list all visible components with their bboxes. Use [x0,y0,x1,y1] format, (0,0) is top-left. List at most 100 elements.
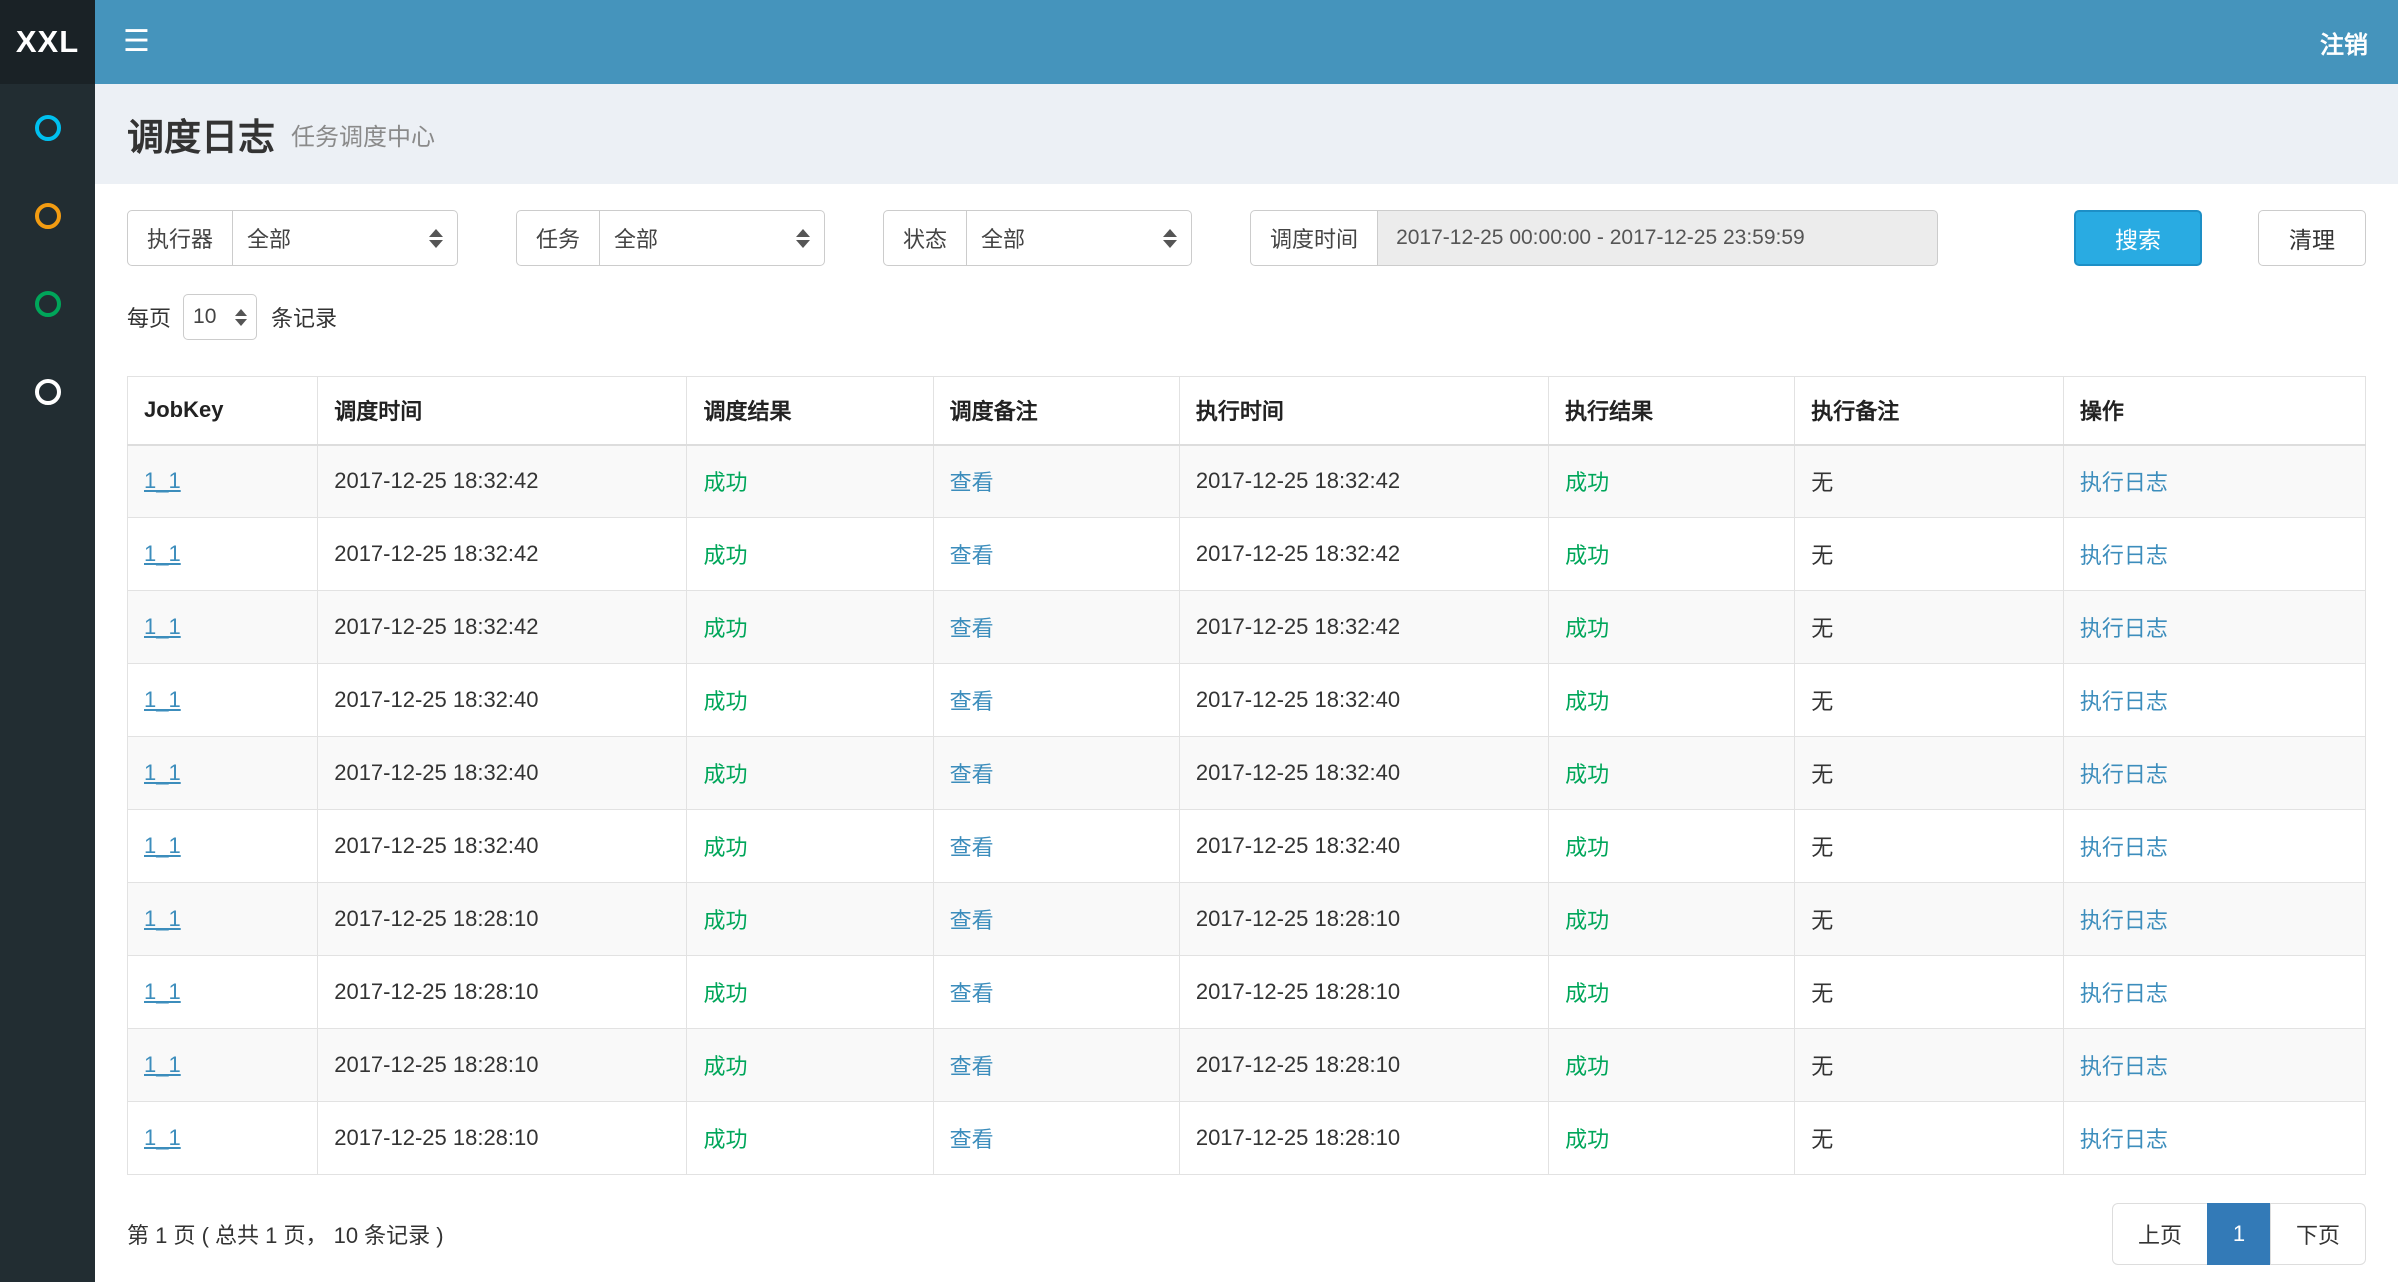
view-execution-log-link[interactable]: 执行日志 [2080,543,2168,568]
handle-time-cell: 2017-12-25 18:32:40 [1179,810,1548,883]
filter-executor-select[interactable]: 全部 [233,210,458,266]
table-row: 1_1 2017-12-25 18:28:10 成功 查看 2017-12-25… [128,956,2366,1029]
table-row: 1_1 2017-12-25 18:28:10 成功 查看 2017-12-25… [128,883,2366,956]
trigger-msg-link[interactable]: 查看 [950,543,994,568]
table-row: 1_1 2017-12-25 18:32:40 成功 查看 2017-12-25… [128,810,2366,883]
trigger-result-cell: 成功 [687,810,933,883]
view-execution-log-link[interactable]: 执行日志 [2080,835,2168,860]
handle-result-cell: 成功 [1549,883,1795,956]
table-row: 1_1 2017-12-25 18:32:42 成功 查看 2017-12-25… [128,591,2366,664]
navbar-bar: ☰ 注销 [95,0,2398,84]
prev-page-button[interactable]: 上页 [2112,1203,2208,1265]
page-size-select[interactable]: 10 [183,294,257,340]
sidebar-item-2[interactable] [0,172,95,260]
view-execution-log-link[interactable]: 执行日志 [2080,981,2168,1006]
handle-msg-cell: 无 [1795,810,2064,883]
handle-msg-cell: 无 [1795,1029,2064,1102]
page-1-button[interactable]: 1 [2207,1203,2271,1265]
handle-msg-cell: 无 [1795,1102,2064,1175]
trigger-time-cell: 2017-12-25 18:32:42 [318,445,687,518]
handle-time-cell: 2017-12-25 18:32:40 [1179,664,1548,737]
job-key-link[interactable]: 1_1 [144,979,181,1004]
page-title: 调度日志 [127,107,275,161]
handle-result-cell: 成功 [1549,591,1795,664]
trigger-result-cell: 成功 [687,664,933,737]
table-row: 1_1 2017-12-25 18:32:42 成功 查看 2017-12-25… [128,445,2366,518]
trigger-time-cell: 2017-12-25 18:28:10 [318,1102,687,1175]
filter-job-select[interactable]: 全部 [600,210,825,266]
view-execution-log-link[interactable]: 执行日志 [2080,1054,2168,1079]
trigger-msg-link[interactable]: 查看 [950,762,994,787]
job-key-link[interactable]: 1_1 [144,833,181,858]
trigger-result-cell: 成功 [687,518,933,591]
filter-job-label: 任务 [516,210,600,266]
view-execution-log-link[interactable]: 执行日志 [2080,616,2168,641]
select-arrows-icon [429,229,443,248]
trigger-msg-link[interactable]: 查看 [950,835,994,860]
trigger-msg-link[interactable]: 查看 [950,689,994,714]
handle-msg-cell: 无 [1795,737,2064,810]
view-execution-log-link[interactable]: 执行日志 [2080,762,2168,787]
trigger-msg-link[interactable]: 查看 [950,1054,994,1079]
view-execution-log-link[interactable]: 执行日志 [2080,908,2168,933]
clear-button[interactable]: 清理 [2258,210,2366,266]
col-handle-result: 执行结果 [1549,377,1795,445]
handle-time-cell: 2017-12-25 18:32:42 [1179,445,1548,518]
handle-time-cell: 2017-12-25 18:32:42 [1179,591,1548,664]
trigger-time-cell: 2017-12-25 18:28:10 [318,956,687,1029]
search-button[interactable]: 搜索 [2074,210,2202,266]
view-execution-log-link[interactable]: 执行日志 [2080,470,2168,495]
app-logo: XXL [0,0,95,84]
logout-link[interactable]: 注销 [2320,25,2368,60]
pagination: 上页 1 下页 [2112,1203,2366,1265]
job-key-link[interactable]: 1_1 [144,614,181,639]
job-key-link[interactable]: 1_1 [144,1125,181,1150]
top-navbar: XXL ☰ 注销 [0,0,2398,84]
trigger-msg-link[interactable]: 查看 [950,1127,994,1152]
page-header: 调度日志 任务调度中心 [95,84,2398,184]
hamburger-menu-icon[interactable]: ☰ [123,27,150,57]
sidebar-item-4[interactable] [0,348,95,436]
handle-msg-cell: 无 [1795,664,2064,737]
log-table-head: JobKey 调度时间 调度结果 调度备注 执行时间 执行结果 执行备注 操作 [128,377,2366,445]
trigger-msg-link[interactable]: 查看 [950,908,994,933]
circle-icon [35,291,61,317]
filter-row: 执行器 全部 任务 全部 状态 全部 [127,210,2366,266]
filter-status-select[interactable]: 全部 [967,210,1192,266]
job-key-link[interactable]: 1_1 [144,687,181,712]
next-page-button[interactable]: 下页 [2270,1203,2366,1265]
trigger-msg-link[interactable]: 查看 [950,470,994,495]
handle-result-cell: 成功 [1549,445,1795,518]
col-trigger-msg: 调度备注 [933,377,1179,445]
view-execution-log-link[interactable]: 执行日志 [2080,689,2168,714]
job-key-link[interactable]: 1_1 [144,541,181,566]
job-key-link[interactable]: 1_1 [144,906,181,931]
handle-msg-cell: 无 [1795,591,2064,664]
table-row: 1_1 2017-12-25 18:32:40 成功 查看 2017-12-25… [128,664,2366,737]
filter-status: 状态 全部 [883,210,1192,266]
trigger-time-cell: 2017-12-25 18:32:40 [318,737,687,810]
handle-msg-cell: 无 [1795,883,2064,956]
trigger-msg-link[interactable]: 查看 [950,616,994,641]
job-key-link[interactable]: 1_1 [144,468,181,493]
col-handle-time: 执行时间 [1179,377,1548,445]
trigger-msg-link[interactable]: 查看 [950,981,994,1006]
table-row: 1_1 2017-12-25 18:32:40 成功 查看 2017-12-25… [128,737,2366,810]
trigger-result-cell: 成功 [687,445,933,518]
log-table-body: 1_1 2017-12-25 18:32:42 成功 查看 2017-12-25… [128,445,2366,1175]
sidebar-item-3[interactable] [0,260,95,348]
handle-result-cell: 成功 [1549,1102,1795,1175]
filter-executor-label: 执行器 [127,210,233,266]
filter-status-label: 状态 [883,210,967,266]
trigger-time-cell: 2017-12-25 18:28:10 [318,883,687,956]
filter-time-label: 调度时间 [1250,210,1378,266]
trigger-result-cell: 成功 [687,737,933,810]
job-key-link[interactable]: 1_1 [144,760,181,785]
col-trigger-result: 调度结果 [687,377,933,445]
sidebar-item-1[interactable] [0,84,95,172]
pagination-summary: 第 1 页 ( 总共 1 页， 10 条记录 ) [127,1218,444,1250]
trigger-time-range-input[interactable] [1378,210,1938,266]
handle-result-cell: 成功 [1549,1029,1795,1102]
view-execution-log-link[interactable]: 执行日志 [2080,1127,2168,1152]
job-key-link[interactable]: 1_1 [144,1052,181,1077]
